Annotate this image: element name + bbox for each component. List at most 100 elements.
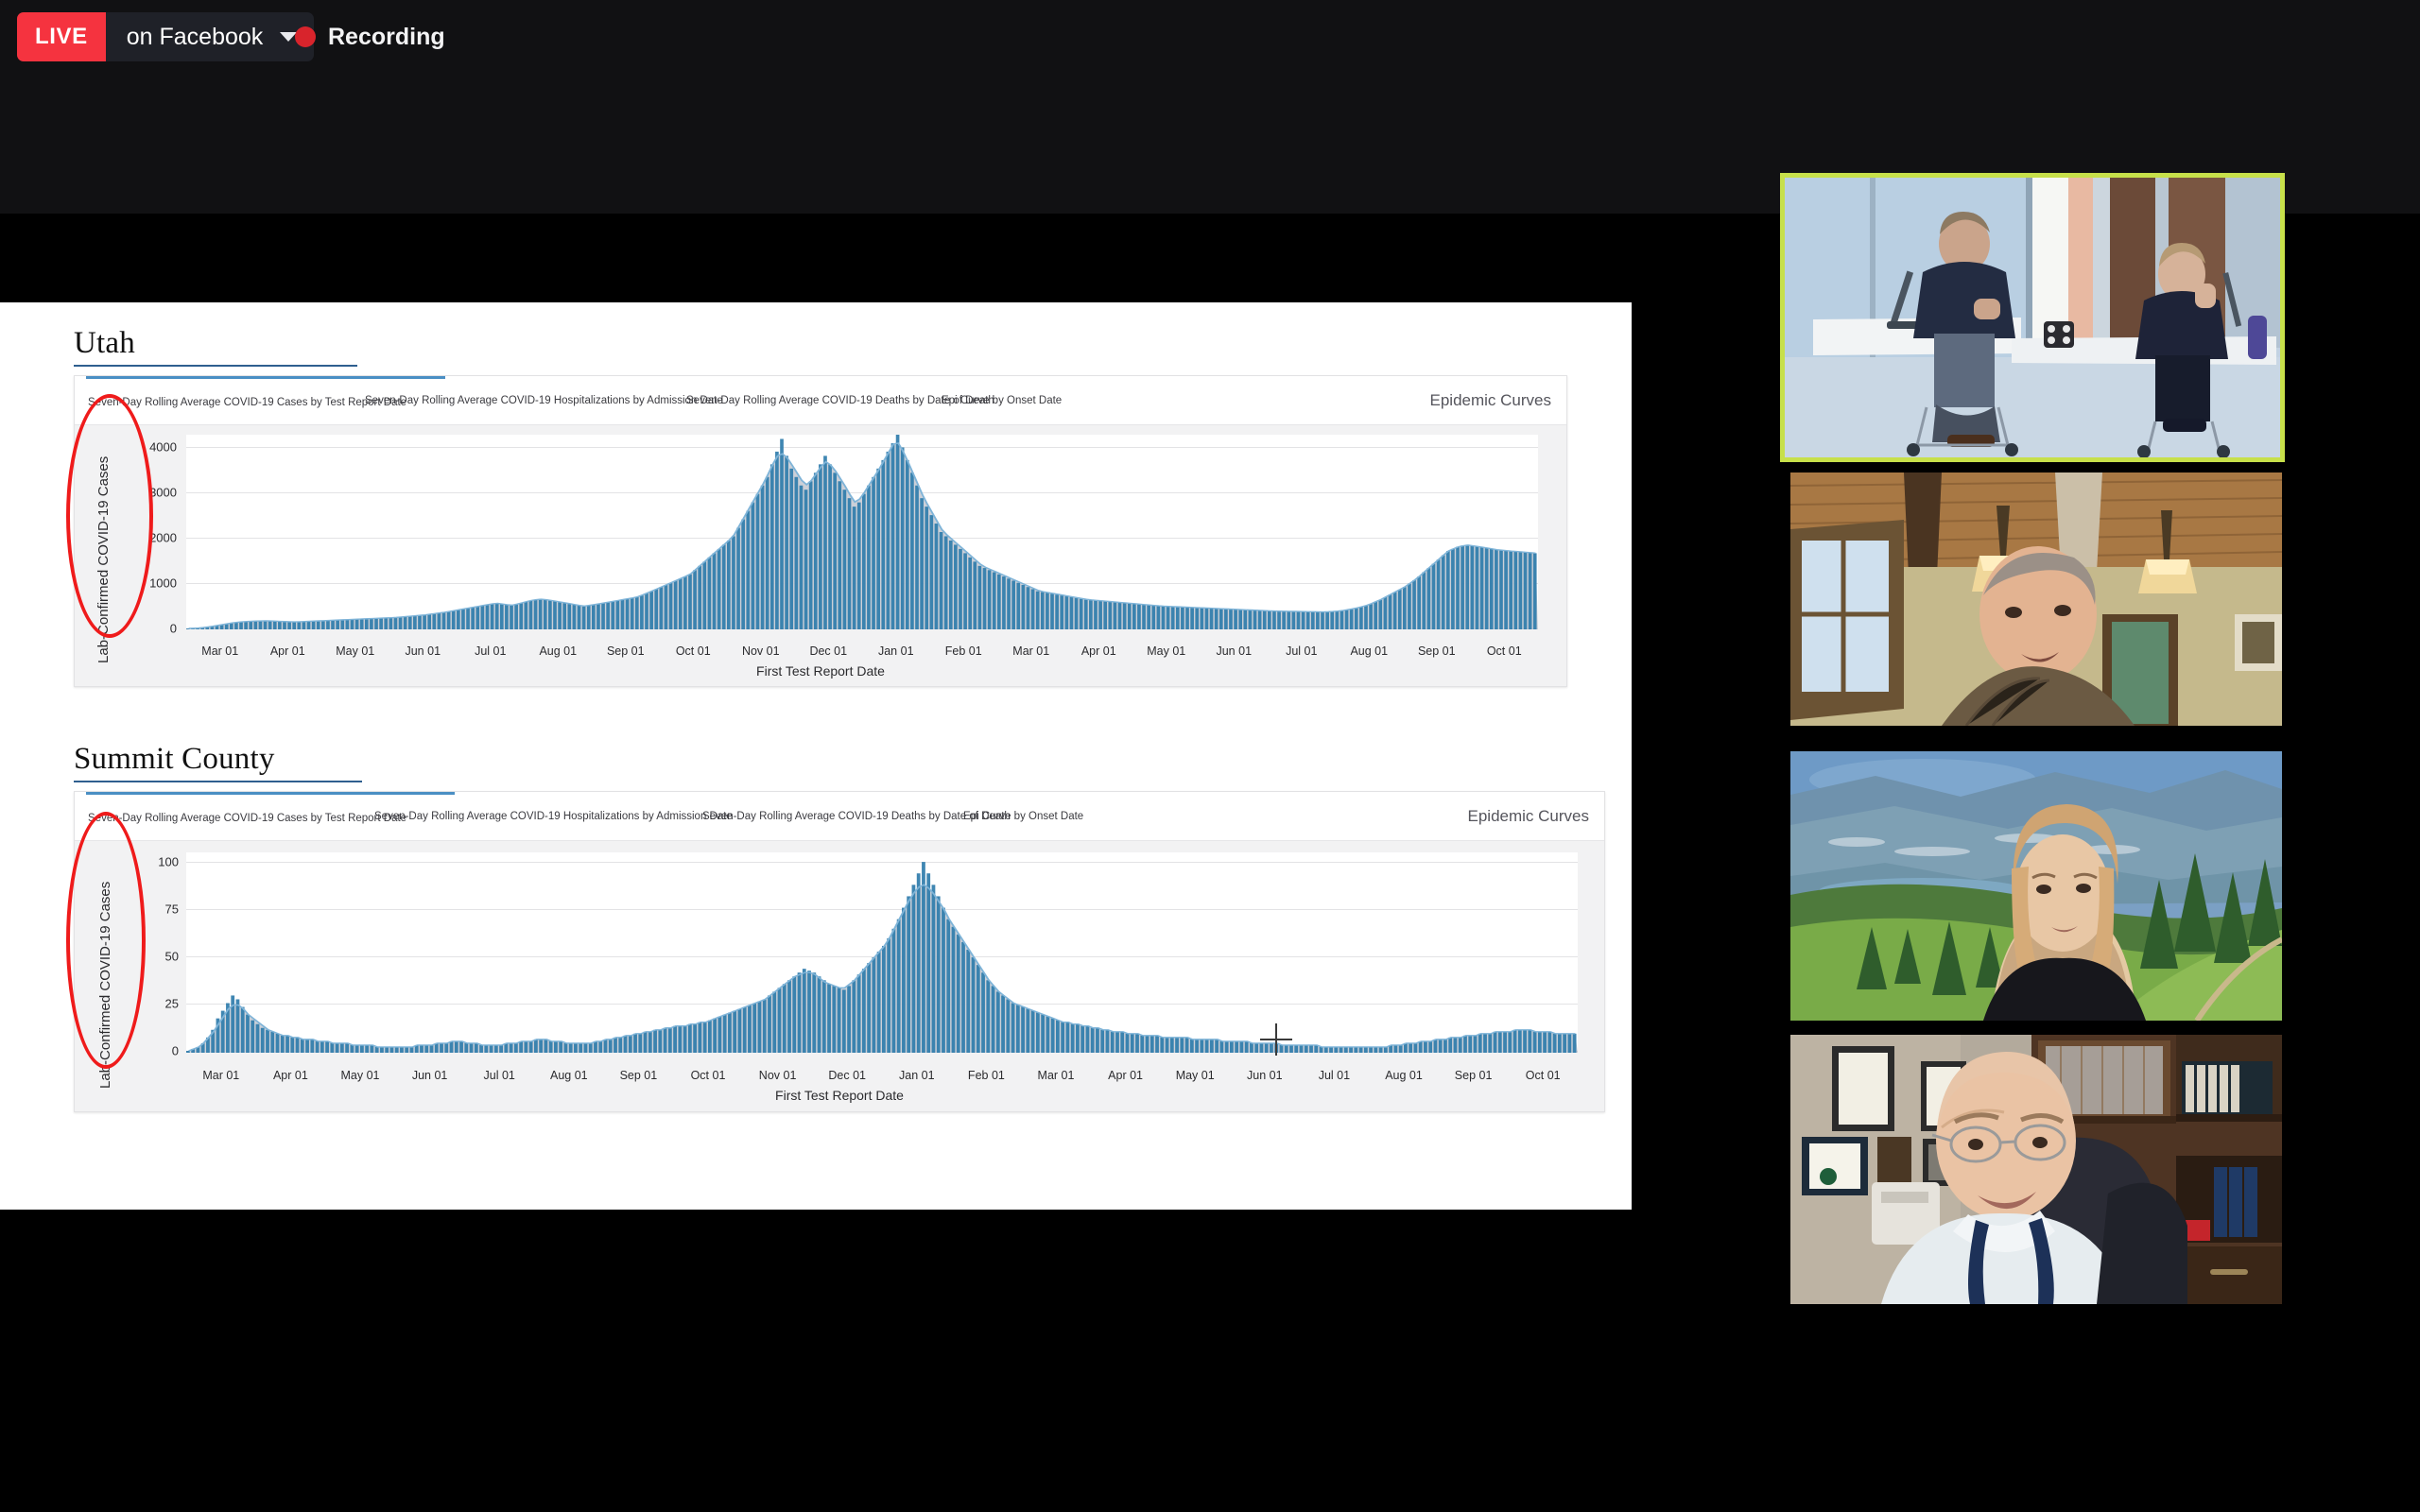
x-axis-tick: Oct 01 [1486, 644, 1522, 658]
x-axis-tick: Aug 01 [1350, 644, 1389, 658]
recording-label: Recording [328, 23, 445, 50]
x-axis-tick: Feb 01 [967, 1069, 1005, 1082]
utah-ytick-3000: 3000 [149, 485, 177, 500]
office-video [1790, 1035, 2282, 1304]
utah-ytick-1000: 1000 [149, 576, 177, 591]
utah-bars [186, 435, 1538, 629]
summit-ytick-75: 75 [164, 902, 179, 917]
x-axis-tick: Jan 01 [899, 1069, 935, 1082]
x-axis-tick: Jan 01 [877, 644, 914, 658]
utah-title: Utah [74, 326, 135, 360]
live-destination-pill[interactable]: LIVE on Facebook [17, 12, 315, 61]
summit-visualization: Seven-Day Rolling Average COVID-19 Cases… [74, 791, 1605, 1112]
x-axis-tick: Dec 01 [828, 1069, 866, 1082]
live-badge: LIVE [17, 12, 106, 61]
tab-label: Seven-Day Rolling Average COVID-19 Hospi… [374, 811, 733, 822]
summit-title: Summit County [74, 742, 275, 776]
utah-ytick-4000: 4000 [149, 439, 177, 455]
x-axis-tick: Oct 01 [675, 644, 711, 658]
x-axis-tick: Oct 01 [690, 1069, 726, 1082]
utah-x-axis-title: First Test Report Date [756, 663, 885, 679]
summit-bars [186, 852, 1578, 1053]
live-destination-label: on Facebook [126, 23, 264, 50]
x-axis-tick: Jun 01 [405, 644, 441, 658]
x-axis-tick: Sep 01 [1454, 1069, 1493, 1082]
tab-label: Seven-Day Rolling Average COVID-19 Cases… [88, 812, 407, 824]
tab-label: Seven-Day Rolling Average COVID-19 Hospi… [365, 395, 723, 406]
mountain-background-video [1790, 751, 2282, 1021]
x-axis-tick: May 01 [336, 644, 375, 658]
x-axis-tick: Aug 01 [539, 644, 578, 658]
x-axis-tick: Jun 01 [411, 1069, 448, 1082]
x-axis-tick: Jul 01 [475, 644, 507, 658]
x-axis-tick: Nov 01 [741, 644, 780, 658]
x-axis-tick: Apr 01 [269, 644, 305, 658]
x-axis-tick: Apr 01 [1080, 644, 1116, 658]
utah-plot-inner [186, 435, 1538, 629]
tab-hospitalizations-by-admission-date[interactable]: Seven-Day Rolling Average COVID-19 Hospi… [363, 376, 725, 425]
x-axis-tick: Sep 01 [1417, 644, 1456, 658]
utah-chart-panel: Utah Seven-Day Rolling Average COVID-19 … [66, 326, 1567, 695]
x-axis-tick: Feb 01 [944, 644, 982, 658]
x-axis-tick: Mar 01 [1012, 644, 1050, 658]
summit-ytick-50: 50 [164, 949, 179, 964]
x-axis-tick: Jun 01 [1247, 1069, 1283, 1082]
summit-county-chart-panel: Summit County Seven-Day Rolling Average … [66, 742, 1605, 1120]
x-axis-tick: May 01 [1147, 644, 1186, 658]
tab-epi-curve-by-onset-date[interactable]: Epi Curve by Onset Date [940, 376, 1063, 425]
participant-tile-cabin-room[interactable] [1790, 472, 2282, 726]
recording-indicator: Recording [295, 12, 445, 61]
x-axis-tick: Jul 01 [1318, 1069, 1351, 1082]
epidemic-curves-label: Epidemic Curves [1429, 391, 1552, 409]
tab-label: Seven-Day Rolling Average COVID-19 Cases… [88, 396, 407, 408]
summit-ytick-100: 100 [158, 854, 179, 869]
utah-ytick-2000: 2000 [149, 530, 177, 545]
x-axis-tick: Sep 01 [606, 644, 645, 658]
x-axis-tick: Jul 01 [1286, 644, 1318, 658]
summit-tabstrip: Seven-Day Rolling Average COVID-19 Cases… [75, 792, 1604, 841]
record-dot-icon [295, 26, 316, 47]
x-axis-tick: Apr 01 [1108, 1069, 1144, 1082]
x-axis-tick: Mar 01 [202, 1069, 240, 1082]
x-axis-tick: May 01 [340, 1069, 380, 1082]
utah-y-axis-title: Lab-Confirmed COVID-19 Cases [95, 455, 112, 663]
x-axis-tick: Jul 01 [483, 1069, 515, 1082]
utah-title-block: Utah [74, 326, 1567, 367]
summit-ytick-0: 0 [171, 1043, 179, 1058]
x-axis-tick: Aug 01 [1385, 1069, 1423, 1082]
live-destination-selector[interactable]: on Facebook [106, 12, 315, 61]
participant-tile-conference-room[interactable] [1780, 173, 2285, 462]
x-axis-tick: Nov 01 [758, 1069, 797, 1082]
participant-tile-mountain-background[interactable] [1790, 751, 2282, 1021]
tab-label: Epi Curve by Onset Date [942, 395, 1063, 406]
epidemic-curves-label: Epidemic Curves [1467, 807, 1590, 825]
participant-tile-office[interactable] [1790, 1035, 2282, 1304]
x-axis-tick: Dec 01 [809, 644, 848, 658]
summit-title-rule [74, 781, 362, 782]
x-axis-tick: Mar 01 [201, 644, 239, 658]
x-axis-tick: Jun 01 [1216, 644, 1253, 658]
utah-tabstrip: Seven-Day Rolling Average COVID-19 Cases… [75, 376, 1566, 425]
presentation-slide: Utah Seven-Day Rolling Average COVID-19 … [0, 302, 1632, 1210]
utah-ytick-0: 0 [169, 621, 177, 636]
summit-x-axis-title: First Test Report Date [775, 1088, 904, 1103]
utah-visualization: Seven-Day Rolling Average COVID-19 Cases… [74, 375, 1567, 687]
tab-label: Epi Curve by Onset Date [963, 811, 1084, 822]
tab-hospitalizations-by-admission-date[interactable]: Seven-Day Rolling Average COVID-19 Hospi… [372, 792, 735, 841]
meeting-screen: LIVE on Facebook Recording Utah Seven-Da… [0, 0, 2420, 1512]
x-axis-tick: Aug 01 [549, 1069, 588, 1082]
x-axis-tick: May 01 [1175, 1069, 1215, 1082]
summit-plot-inner [186, 852, 1578, 1053]
cabin-room-video [1790, 472, 2282, 726]
summit-y-axis-title: Lab-Confirmed COVID-19 Cases [97, 881, 113, 1089]
utah-x-axis-ticks: Mar 01 Apr 01 May 01 Jun 01 Jul 01 Aug 01 Sep … [186, 644, 1538, 663]
utah-title-rule [74, 365, 357, 367]
shared-screen-region: Utah Seven-Day Rolling Average COVID-19 … [0, 214, 1632, 1280]
summit-ytick-25: 25 [164, 996, 179, 1011]
x-axis-tick: Oct 01 [1525, 1069, 1561, 1082]
summit-title-block: Summit County [74, 742, 1605, 782]
x-axis-tick: Sep 01 [619, 1069, 658, 1082]
tab-epi-curve-by-onset-date[interactable]: Epi Curve by Onset Date [961, 792, 1085, 841]
x-axis-tick: Apr 01 [272, 1069, 308, 1082]
x-axis-tick: Mar 01 [1037, 1069, 1075, 1082]
